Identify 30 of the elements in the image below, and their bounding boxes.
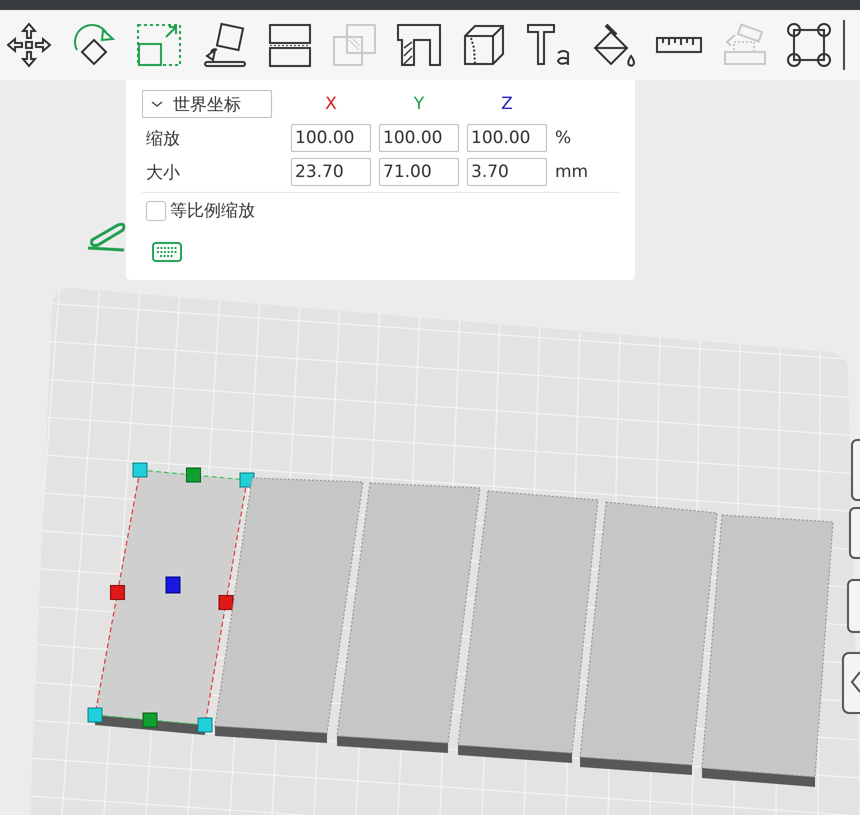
side-button[interactable] <box>842 652 860 714</box>
side-button[interactable] <box>851 439 860 501</box>
value-field[interactable]: 100.00 <box>379 124 459 152</box>
row-label: 大小 <box>145 162 181 184</box>
value-field[interactable]: 100.00 <box>291 124 371 152</box>
value-field[interactable]: 100.00 <box>467 124 547 152</box>
side-button[interactable] <box>849 507 860 559</box>
unit-label: mm <box>555 162 590 182</box>
pen-icon[interactable] <box>86 222 126 252</box>
plate-model[interactable] <box>457 490 599 763</box>
plate-model[interactable] <box>336 482 481 753</box>
value-field[interactable]: 3.70 <box>467 158 547 186</box>
unit-label: % <box>555 128 572 148</box>
move-icon <box>4 20 54 70</box>
axis-label: Y <box>412 94 426 114</box>
measure-icon <box>656 37 702 53</box>
axis-label: X <box>324 94 338 114</box>
axis-label: Z <box>500 94 514 114</box>
checkbox-label: 等比例缩放 <box>170 200 255 222</box>
value-field[interactable]: 71.00 <box>379 158 459 186</box>
plate-model[interactable] <box>214 477 364 743</box>
side-button[interactable] <box>847 579 860 633</box>
coordinate-dropdown[interactable]: 世界坐标 <box>142 90 272 118</box>
value-field[interactable]: 23.70 <box>291 158 371 186</box>
keyboard-icon[interactable] <box>152 242 182 262</box>
row-label: 缩放 <box>145 128 181 150</box>
checkbox[interactable] <box>146 200 166 220</box>
plate-model[interactable] <box>579 501 718 775</box>
chevron-icon <box>151 100 163 108</box>
plate-model[interactable] <box>701 514 834 787</box>
